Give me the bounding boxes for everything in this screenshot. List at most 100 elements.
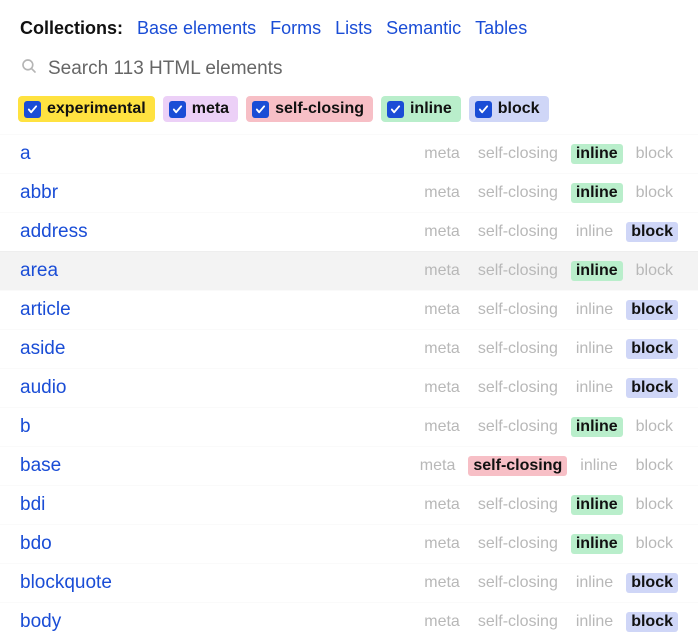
tag-block: block [631,144,678,164]
tag-inline: inline [571,573,618,593]
element-tags: meta self-closing inline block [419,183,678,203]
element-name-link[interactable]: aside [20,338,419,360]
collection-link-forms[interactable]: Forms [270,18,321,39]
element-row[interactable]: ameta self-closing inline block [0,134,698,173]
tag-meta: meta [419,495,465,515]
element-tags: meta self-closing inline block [419,261,678,281]
tag-block: block [626,339,678,359]
element-row[interactable]: addressmeta self-closing inline block [0,212,698,251]
tag-self-closing: self-closing [473,261,563,281]
tag-block: block [626,573,678,593]
tag-meta: meta [419,612,465,632]
filter-inline[interactable]: inline [381,96,461,122]
element-tags: meta self-closing inline block [419,144,678,164]
checkbox-icon [252,101,269,118]
element-row[interactable]: blockquotemetaself-closinginlineblock [0,563,698,602]
tag-self-closing: self-closing [473,339,563,359]
element-row[interactable]: abbrmeta self-closing inline block [0,173,698,212]
tag-block: block [626,222,678,242]
tag-inline: inline [571,417,623,437]
element-row[interactable]: areameta self-closing inline block [0,251,698,290]
tag-meta: meta [419,222,465,242]
tag-self-closing: self-closing [473,144,563,164]
element-name-link[interactable]: address [20,221,419,243]
tag-self-closing: self-closing [473,417,563,437]
filter-selfclosing[interactable]: self-closing [246,96,373,122]
tag-meta: meta [419,378,465,398]
element-row[interactable]: asidemetaself-closinginlineblock [0,329,698,368]
element-name-link[interactable]: area [20,260,419,282]
tag-meta: meta [419,339,465,359]
collection-link-semantic[interactable]: Semantic [386,18,461,39]
element-name-link[interactable]: abbr [20,182,419,204]
collection-link-base-elements[interactable]: Base elements [137,18,256,39]
search-input[interactable] [48,58,678,80]
tag-inline: inline [571,144,623,164]
element-row[interactable]: bdimeta self-closing inline block [0,485,698,524]
collection-link-tables[interactable]: Tables [475,18,527,39]
element-row[interactable]: bodymetaself-closinginlineblock [0,602,698,641]
collection-link-lists[interactable]: Lists [335,18,372,39]
element-row[interactable]: audiometaself-closinginlineblock [0,368,698,407]
element-row[interactable]: articlemetaself-closinginlineblock [0,290,698,329]
tag-meta: meta [419,144,465,164]
tag-inline: inline [571,183,623,203]
element-name-link[interactable]: base [20,455,415,477]
filter-row: experimental meta self-closing inline block [0,90,698,134]
element-tags: metaself-closinginlineblock [419,378,678,398]
tag-meta: meta [419,183,465,203]
filter-label: self-closing [275,100,364,118]
element-row[interactable]: basemetaself-closinginlineblock [0,446,698,485]
element-row[interactable]: bdometa self-closing inline block [0,524,698,563]
filter-meta[interactable]: meta [163,96,238,122]
filter-label: experimental [47,100,146,118]
search-icon [20,57,38,80]
tag-inline: inline [571,261,623,281]
tag-inline: inline [575,456,622,476]
tag-self-closing: self-closing [473,300,563,320]
element-name-link[interactable]: blockquote [20,572,419,594]
tag-inline: inline [571,495,623,515]
tag-meta: meta [419,534,465,554]
element-list: ametaself-closinginlineblockabbrmetaself… [0,134,698,641]
element-name-link[interactable]: audio [20,377,419,399]
tag-block: block [626,300,678,320]
filter-experimental[interactable]: experimental [18,96,155,122]
tag-meta: meta [415,456,461,476]
tag-inline: inline [571,378,618,398]
tag-meta: meta [419,573,465,593]
checkbox-icon [387,101,404,118]
element-name-link[interactable]: bdo [20,533,419,555]
tag-block: block [631,495,678,515]
checkbox-icon [24,101,41,118]
tag-self-closing: self-closing [473,222,563,242]
search-row [0,51,698,90]
element-name-link[interactable]: body [20,611,419,633]
element-name-link[interactable]: bdi [20,494,419,516]
collections-header: Collections: Base elements Forms Lists S… [0,0,698,51]
tag-inline: inline [571,534,623,554]
element-name-link[interactable]: a [20,143,419,165]
tag-block: block [631,183,678,203]
tag-self-closing: self-closing [473,495,563,515]
filter-block[interactable]: block [469,96,549,122]
element-name-link[interactable]: article [20,299,419,321]
tag-inline: inline [571,222,618,242]
tag-self-closing: self-closing [473,378,563,398]
tag-self-closing: self-closing [473,183,563,203]
checkbox-icon [169,101,186,118]
filter-label: block [498,100,540,118]
element-tags: metaself-closinginlineblock [419,612,678,632]
tag-meta: meta [419,261,465,281]
element-tags: metaself-closinginlineblock [419,339,678,359]
tag-block: block [631,261,678,281]
element-name-link[interactable]: b [20,416,419,438]
tag-self-closing: self-closing [473,612,563,632]
element-tags: meta self-closing inline block [419,222,678,242]
element-row[interactable]: bmetaself-closinginlineblock [0,407,698,446]
tag-block: block [631,417,678,437]
tag-block: block [631,534,678,554]
filter-label: inline [410,100,452,118]
tag-self-closing: self-closing [468,456,567,476]
tag-self-closing: self-closing [473,534,563,554]
